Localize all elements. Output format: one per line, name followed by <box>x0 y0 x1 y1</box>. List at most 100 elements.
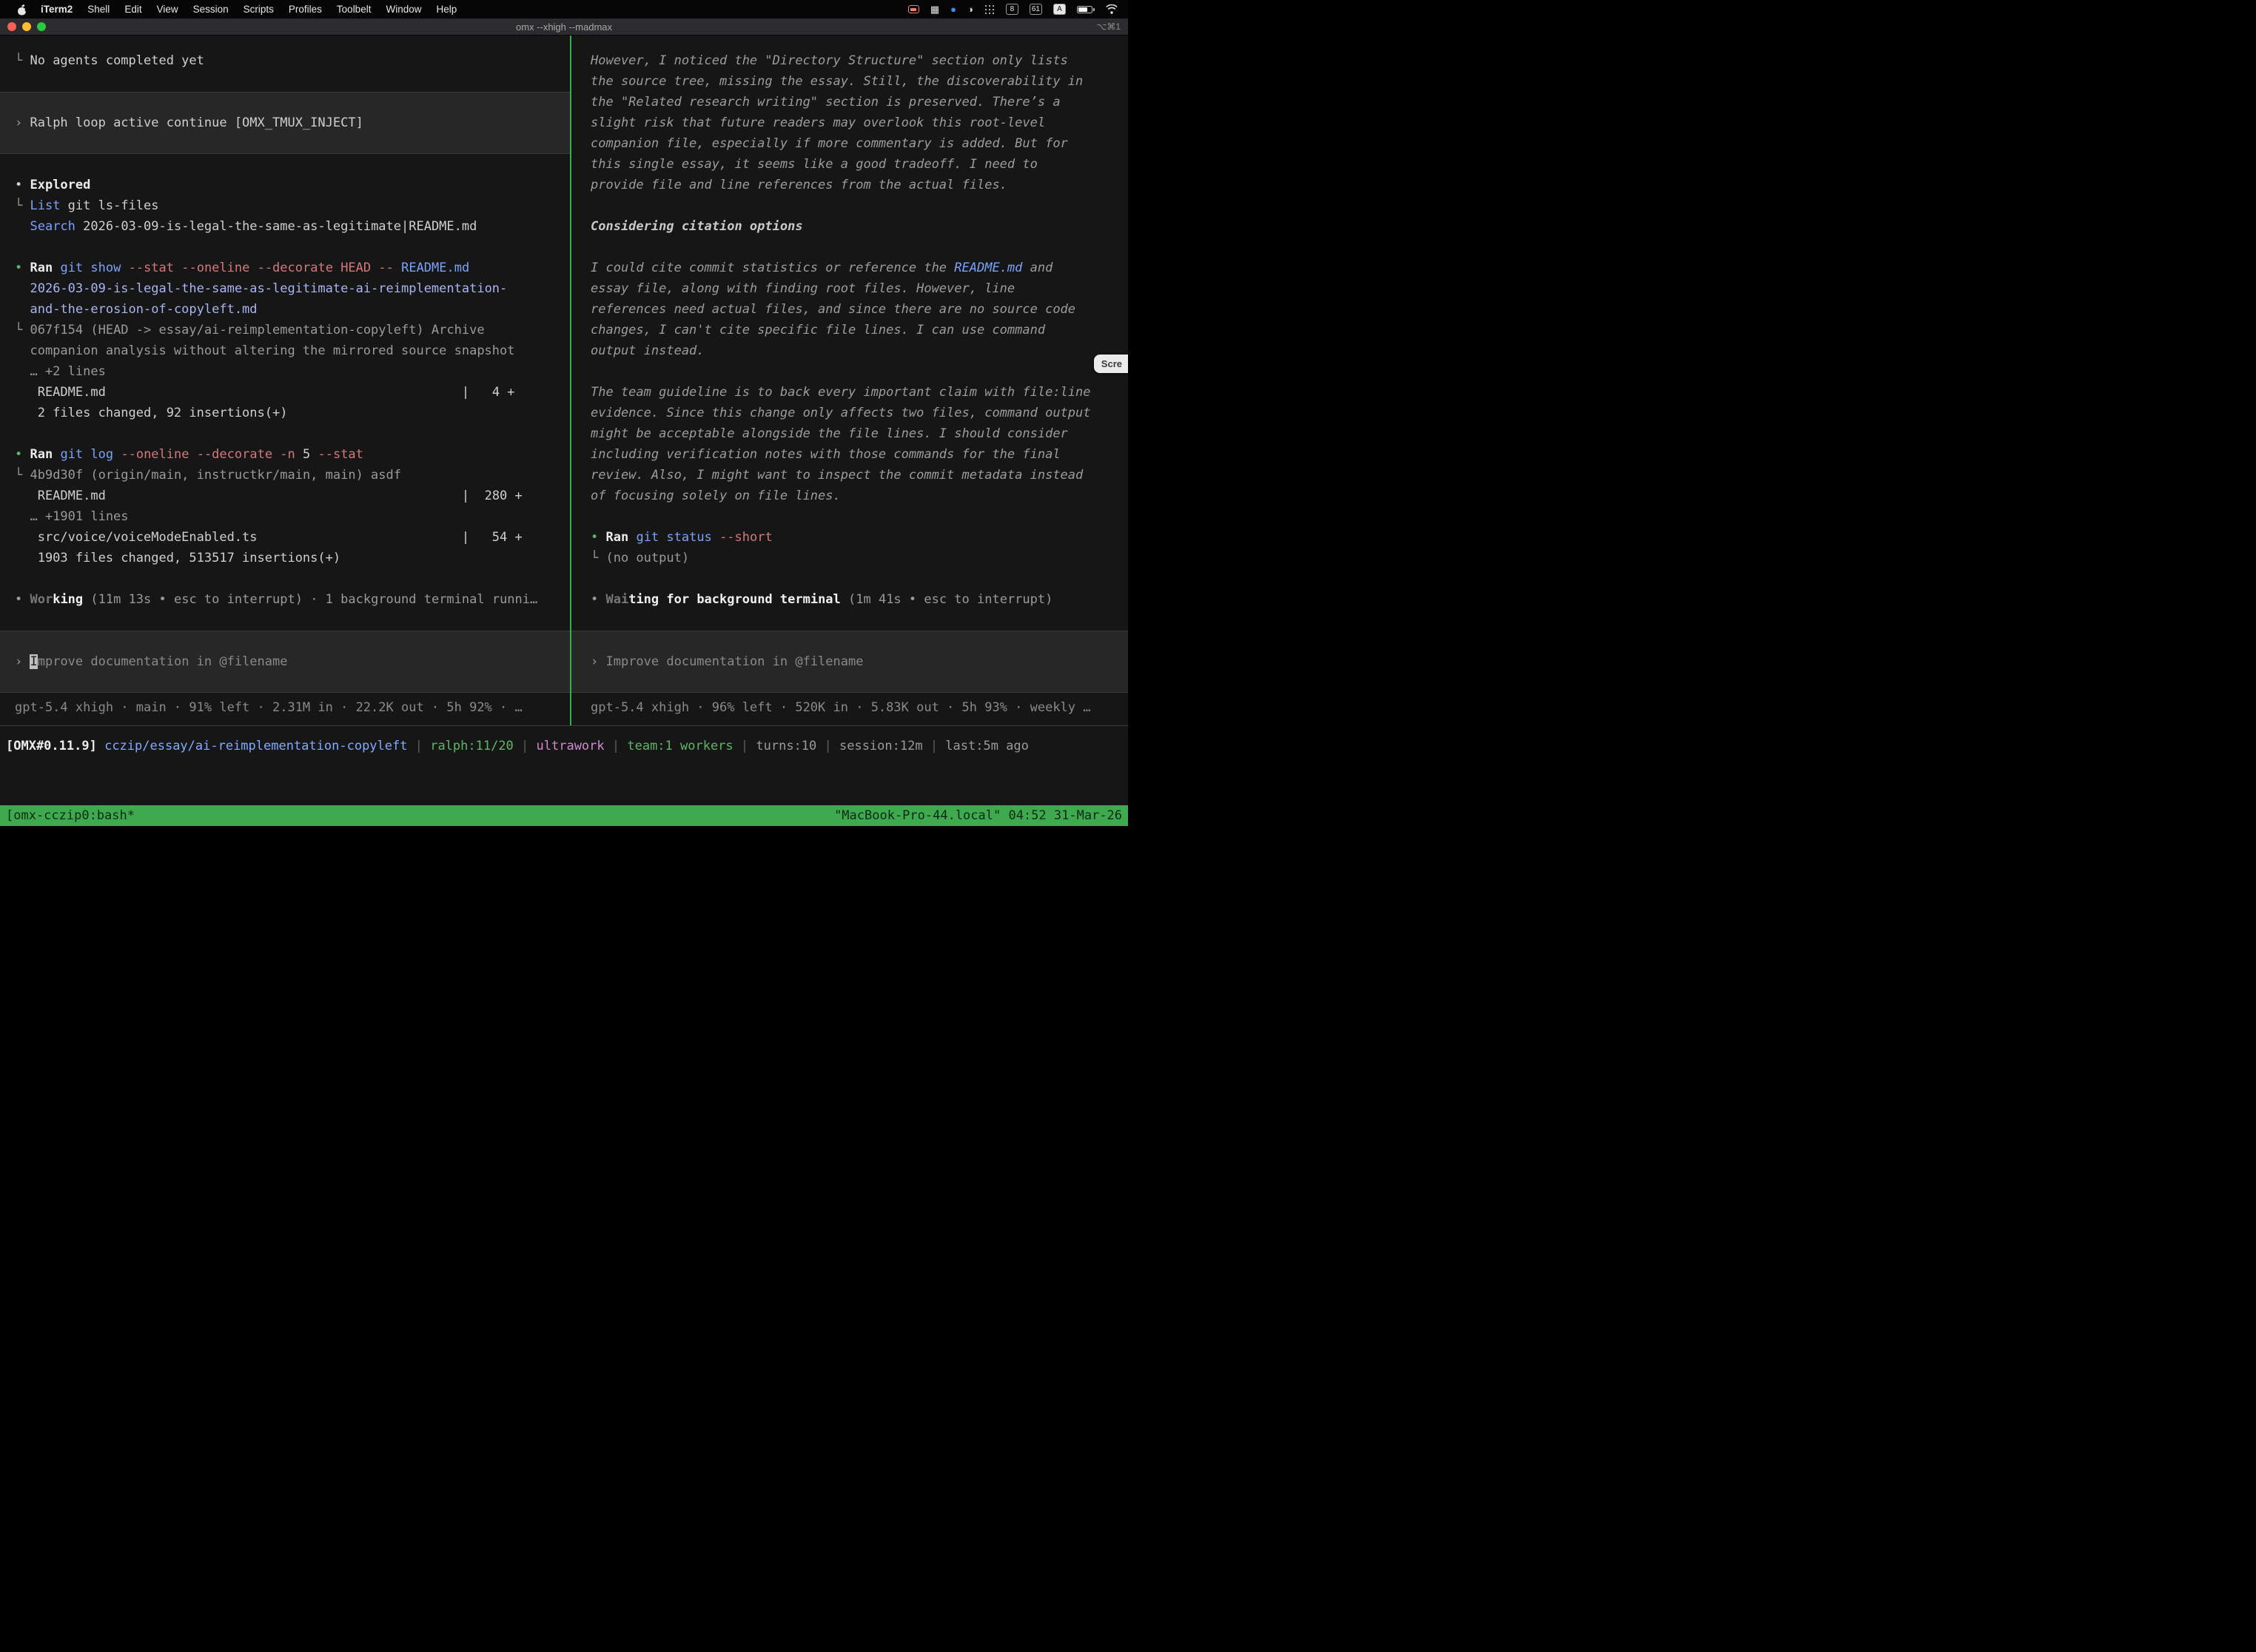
menu-edit[interactable]: Edit <box>117 4 149 15</box>
omx-status-line: [OMX#0.11.9] cczip/essay/ai-reimplementa… <box>6 736 1128 756</box>
reasoning-heading: Considering citation options <box>591 216 1128 237</box>
terminal-line: companion file, especially if more comme… <box>591 133 1128 154</box>
apps-grid-icon[interactable] <box>984 4 995 15</box>
terminal-line <box>591 195 1128 216</box>
battery-icon[interactable] <box>1077 6 1095 13</box>
left-terminal-pane[interactable]: └ No agents completed yet › Ralph loop a… <box>0 36 570 725</box>
menu-session[interactable]: Session <box>186 4 236 15</box>
terminal-line: 2 files changed, 92 insertions(+) <box>15 403 570 423</box>
working-indicator: • Working (11m 13s • esc to interrupt) ·… <box>15 589 570 610</box>
menu-bar: iTerm2 ShellEditViewSessionScriptsProfil… <box>0 0 1128 19</box>
terminal-line: slight risk that future readers may over… <box>591 113 1128 133</box>
tmux-host-time-label: "MacBook-Pro-44.local" 04:52 31-Mar-26 <box>834 805 1122 826</box>
menu-view[interactable]: View <box>150 4 186 15</box>
apple-icon <box>16 4 27 16</box>
terminal-line: this single essay, it seems like a good … <box>591 154 1128 175</box>
terminal-line: essay file, along with finding root file… <box>591 278 1128 299</box>
menu-toolbelt[interactable]: Toolbelt <box>329 4 379 15</box>
screen-share-notification[interactable]: Scre <box>1094 355 1128 373</box>
ralph-loop-message: › Ralph loop active continue [OMX_TMUX_I… <box>15 113 570 133</box>
terminal-line: changes, I can't cite specific file line… <box>591 320 1128 340</box>
waiting-indicator: • Waiting for background terminal (1m 41… <box>591 589 1128 610</box>
stats-61-icon[interactable]: 61 <box>1030 4 1042 15</box>
input-source-icon[interactable]: A <box>1053 4 1066 15</box>
omx-status-bar: [OMX#0.11.9] cczip/essay/ai-reimplementa… <box>0 725 1128 785</box>
terminal-line: evidence. Since this change only affects… <box>591 403 1128 423</box>
menu-window[interactable]: Window <box>378 4 429 15</box>
ran-git-status: • Ran git status --short <box>591 527 1128 548</box>
raindrop-icon[interactable]: ● <box>950 4 956 14</box>
ran-git-show: • Ran git show --stat --oneline --decora… <box>15 258 570 278</box>
terminal-line <box>15 237 570 258</box>
terminal-line: and-the-erosion-of-copyleft.md <box>15 299 570 320</box>
right-prompt-input[interactable]: › Improve documentation in @filename <box>571 631 1128 693</box>
terminal-line: Search 2026-03-09-is-legal-the-same-as-l… <box>15 216 570 237</box>
terminal-line: └ 067f154 (HEAD -> essay/ai-reimplementa… <box>15 320 570 340</box>
keypad-8-icon[interactable]: 8 <box>1006 4 1018 15</box>
explored-header: • Explored <box>15 175 570 195</box>
menu-scripts[interactable]: Scripts <box>236 4 281 15</box>
model-status-line: gpt-5.4 xhigh · 96% left · 520K in · 5.8… <box>591 697 1128 718</box>
tmux-status-bar: [omx-cczip0:bash* "MacBook-Pro-44.local"… <box>0 805 1128 826</box>
terminal-line <box>591 361 1128 382</box>
terminal-line: companion analysis without altering the … <box>15 340 570 361</box>
terminal-line: └ 4b9d30f (origin/main, instructkr/main,… <box>15 465 570 486</box>
close-button[interactable] <box>7 22 16 31</box>
window-manager-icon[interactable]: ▦ <box>930 4 939 14</box>
no-agents-line: └ No agents completed yet <box>15 50 570 71</box>
terminal-line: of focusing solely on file lines. <box>591 486 1128 506</box>
menu-profiles[interactable]: Profiles <box>281 4 329 15</box>
terminal-line: output instead. <box>591 340 1128 361</box>
window-shortcut-badge: ⌥⌘1 <box>1096 21 1128 32</box>
terminal-line <box>591 506 1128 527</box>
terminal-line: review. Also, I might want to inspect th… <box>591 465 1128 486</box>
ralph-loop-banner: › Ralph loop active continue [OMX_TMUX_I… <box>0 92 570 154</box>
terminal-line <box>15 610 570 631</box>
zoom-button[interactable] <box>37 22 46 31</box>
terminal-line <box>15 71 570 92</box>
tmux-panes: └ No agents completed yet › Ralph loop a… <box>0 36 1128 725</box>
terminal-line: … +1901 lines <box>15 506 570 527</box>
terminal-line: I could cite commit statistics or refere… <box>591 258 1128 278</box>
terminal-line: README.md | 280 + <box>15 486 570 506</box>
app-menu-iterm2[interactable]: iTerm2 <box>33 4 80 15</box>
prompt-line: › Improve documentation in @filename <box>15 651 570 672</box>
terminal-line: 2026-03-09-is-legal-the-same-as-legitima… <box>15 278 570 299</box>
menu-status-icons: ▦ ● ◑ 8 61 A <box>908 4 1118 15</box>
terminal-line: the "Related research writing" section i… <box>591 92 1128 113</box>
terminal-line: However, I noticed the "Directory Struct… <box>591 50 1128 71</box>
dark-app-icon[interactable]: ◑ <box>967 4 973 14</box>
terminal-line: The team guideline is to back every impo… <box>591 382 1128 403</box>
right-terminal-pane[interactable]: However, I noticed the "Directory Struct… <box>570 36 1128 725</box>
apple-menu[interactable] <box>10 4 33 16</box>
terminal-line: references need actual files, and since … <box>591 299 1128 320</box>
wifi-icon[interactable] <box>1106 4 1118 14</box>
ran-git-log: • Ran git log --oneline --decorate -n 5 … <box>15 444 570 465</box>
tmux-session-label: [omx-cczip0:bash* <box>6 805 135 826</box>
terminal-line <box>15 154 570 175</box>
minimize-button[interactable] <box>22 22 31 31</box>
terminal-line <box>15 568 570 589</box>
terminal-line: the source tree, missing the essay. Stil… <box>591 71 1128 92</box>
terminal-line: src/voice/voiceModeEnabled.ts | 54 + <box>15 527 570 548</box>
left-prompt-input[interactable]: › Improve documentation in @filename <box>0 631 570 693</box>
terminal-line: └ (no output) <box>591 548 1128 568</box>
left-model-status: gpt-5.4 xhigh · main · 91% left · 2.31M … <box>15 697 570 718</box>
terminal-line <box>591 237 1128 258</box>
window-title-bar[interactable]: omx --xhigh --madmax ⌥⌘1 <box>0 19 1128 36</box>
menu-help[interactable]: Help <box>429 4 464 15</box>
macos-screen: iTerm2 ShellEditViewSessionScriptsProfil… <box>0 0 1128 826</box>
terminal-line <box>15 423 570 444</box>
traffic-lights <box>0 22 46 31</box>
menu-shell[interactable]: Shell <box>80 4 117 15</box>
terminal-line: 1903 files changed, 513517 insertions(+) <box>15 548 570 568</box>
right-model-status: gpt-5.4 xhigh · 96% left · 520K in · 5.8… <box>591 697 1128 718</box>
terminal-line: README.md | 4 + <box>15 382 570 403</box>
menu-items: ShellEditViewSessionScriptsProfilesToolb… <box>80 4 464 15</box>
terminal-line: … +2 lines <box>15 361 570 382</box>
screen-recording-indicator[interactable] <box>908 5 919 13</box>
window-title: omx --xhigh --madmax <box>0 21 1128 33</box>
terminal-line: provide file and line references from th… <box>591 175 1128 195</box>
terminal: └ No agents completed yet › Ralph loop a… <box>0 36 1128 826</box>
terminal-line <box>591 610 1128 631</box>
